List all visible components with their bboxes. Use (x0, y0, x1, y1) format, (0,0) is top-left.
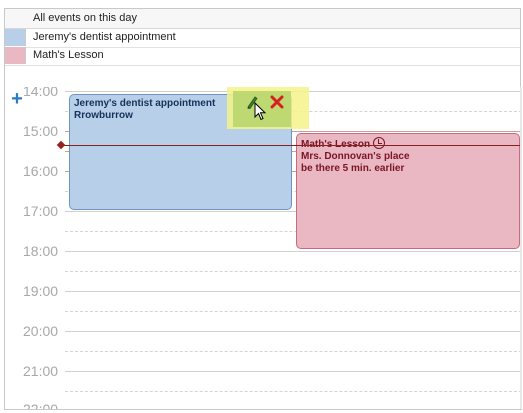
legend-label: Jeremy's dentist appointment (33, 31, 176, 43)
event-math-lesson[interactable]: Math's Lesson Mrs. Donnovan's place be t… (296, 133, 520, 249)
hour-label: 15:00 (23, 123, 59, 139)
hour-label: 22:00 (23, 401, 59, 410)
current-time-marker (56, 140, 66, 150)
all-day-panel: All events on this day Jeremy's dentist … (4, 8, 521, 88)
hour-label: 17:00 (23, 203, 59, 219)
all-day-header-label: All events on this day (33, 12, 137, 24)
mouse-cursor-icon (254, 102, 267, 121)
scrollbar[interactable] (520, 87, 522, 409)
hour-gridline (65, 331, 522, 332)
hour-label: 16:00 (23, 163, 59, 179)
hour-label: 18:00 (23, 243, 59, 259)
clock-icon (373, 137, 386, 149)
hour-gridline (65, 291, 522, 292)
half-hour-gridline (65, 311, 522, 312)
close-icon[interactable] (270, 95, 284, 109)
legend-swatch (5, 47, 26, 64)
legend-item-math[interactable]: Math's Lesson (5, 47, 520, 66)
hour-label: 20:00 (23, 323, 59, 339)
legend-item-dentist[interactable]: Jeremy's dentist appointment (5, 29, 520, 48)
hour-label: 19:00 (23, 283, 59, 299)
event-note: be there 5 min. earlier (301, 163, 405, 174)
event-location: Mrs. Donnovan's place (301, 151, 410, 162)
current-time-line (61, 145, 522, 146)
legend-label: Math's Lesson (33, 49, 104, 61)
all-day-header: All events on this day (5, 9, 520, 29)
hour-label: 14:00 (23, 87, 59, 99)
half-hour-gridline (65, 351, 522, 352)
half-hour-gridline (65, 271, 522, 272)
hour-gridline (65, 251, 522, 252)
hour-label: 21:00 (23, 363, 59, 379)
half-hour-gridline (65, 391, 522, 392)
legend-swatch (5, 29, 26, 46)
day-timeline[interactable]: + 14:00 15:00 16:00 17:00 18:00 19:00 20… (4, 87, 522, 410)
hour-gridline (65, 371, 522, 372)
